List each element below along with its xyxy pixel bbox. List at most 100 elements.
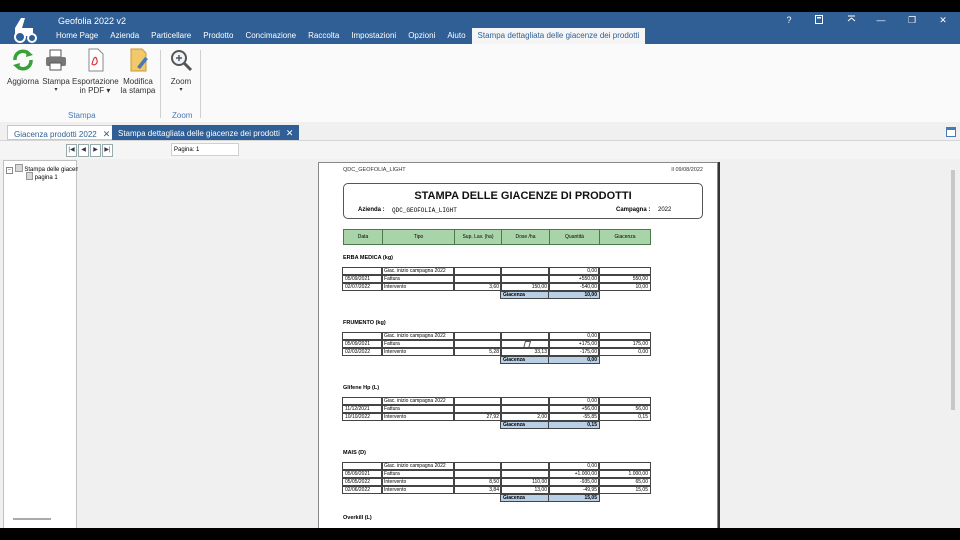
menu-item[interactable]: Particellare bbox=[145, 28, 197, 44]
table-cell bbox=[342, 332, 383, 340]
viewer-toolbar: |◀ ◀ ▶ ▶| Pagina: 1 bbox=[0, 140, 960, 159]
print-button[interactable]: Stampa ▾ bbox=[41, 48, 71, 95]
table-cell: 3,84 bbox=[453, 486, 502, 494]
table-cell: 05/05/2022 bbox=[342, 478, 383, 486]
total-label: Giacenza bbox=[500, 421, 550, 429]
first-page-button[interactable]: |◀ bbox=[66, 144, 77, 157]
total-label: Giacenza bbox=[500, 494, 550, 502]
export-pdf-label-1: Esportazione bbox=[72, 77, 119, 86]
panel-layout-icon[interactable] bbox=[946, 127, 956, 137]
table-cell: Fattura bbox=[381, 405, 455, 413]
table-cell: 10,00 bbox=[598, 283, 651, 291]
table-cell: 2,00 bbox=[500, 413, 550, 421]
zoom-button[interactable]: Zoom ▾ bbox=[166, 48, 196, 95]
azienda-value: QDC_GEOFOLIA_LIGHT bbox=[392, 207, 457, 214]
app-window: Geofolia 2022 v2 Home Page Azienda Partice… bbox=[0, 12, 960, 528]
scroll-thumb[interactable] bbox=[951, 170, 955, 410]
table-cell: 5,28 bbox=[453, 348, 502, 356]
menu-item[interactable]: Prodotto bbox=[197, 28, 239, 44]
table-cell: 33,13 bbox=[500, 348, 550, 356]
table-cell: 65,00 bbox=[598, 478, 651, 486]
menu-item[interactable]: Opzioni bbox=[402, 28, 441, 44]
vertical-scrollbar[interactable] bbox=[948, 160, 958, 528]
tree-item-page[interactable]: pagina 1 bbox=[26, 172, 58, 181]
table-row: 02/07/2022 Intervento 3,60 150,00 -540,00 10,… bbox=[342, 283, 651, 291]
ribbon-separator bbox=[160, 50, 161, 118]
table-cell: 02/03/2022 bbox=[342, 348, 383, 356]
table-cell: Fattura bbox=[381, 275, 455, 283]
tab-label: Giacenza prodotti 2022 bbox=[14, 130, 97, 139]
menu-item[interactable]: Aiuto bbox=[441, 28, 471, 44]
table-row: 11/12/2021 Fattura +56,00 56,00 bbox=[342, 405, 651, 413]
tab-stampa-dettagliata[interactable]: Stampa dettagliata delle giacenze dei pr… bbox=[112, 125, 300, 140]
minimize-icon[interactable]: — bbox=[874, 15, 888, 25]
menu-item[interactable]: Home Page bbox=[50, 28, 104, 44]
table-cell bbox=[342, 462, 383, 470]
main-menu: Home Page Azienda Particellare Prodotto Conc… bbox=[50, 28, 646, 44]
tab-giacenza-prodotti[interactable]: Giacenza prodotti 2022 ✕ bbox=[7, 125, 118, 140]
table-cell bbox=[453, 340, 502, 348]
total-label: Giacenza bbox=[500, 356, 550, 364]
restore-icon[interactable]: ❐ bbox=[905, 15, 919, 26]
table-cell: 15,05 bbox=[598, 486, 651, 494]
section-title: FRUMENTO (kg) bbox=[343, 320, 386, 326]
table-row: 05/09/2021 Fattura +175,00 175,00 bbox=[342, 340, 651, 348]
title-bar: Geofolia 2022 v2 Home Page Azienda Partice… bbox=[0, 12, 960, 44]
section-title: MAIS (D) bbox=[343, 450, 366, 456]
table-cell: 11/12/2021 bbox=[342, 405, 383, 413]
table-cell: Intervento bbox=[381, 486, 455, 494]
table-cell: 02/07/2022 bbox=[342, 283, 383, 291]
table-cell bbox=[500, 405, 550, 413]
table-row: Giac. inizio campagna 2022 0,00 bbox=[342, 267, 651, 275]
menu-item[interactable]: Raccolta bbox=[302, 28, 345, 44]
collapse-ribbon-icon[interactable] bbox=[844, 15, 858, 25]
close-tab-icon[interactable]: ✕ bbox=[103, 129, 111, 139]
help-icon[interactable]: ? bbox=[782, 15, 796, 25]
document-tabs: Giacenza prodotti 2022 ✕ Stampa dettaglia… bbox=[0, 122, 960, 140]
campagna-value: 2022 bbox=[658, 207, 672, 213]
refresh-button[interactable]: Aggiorna bbox=[6, 48, 40, 86]
calculator-icon[interactable] bbox=[812, 15, 826, 26]
report-title: STAMPA DELLE GIACENZE DI PRODOTTI bbox=[414, 190, 632, 202]
table-cell: 1.000,00 bbox=[598, 470, 651, 478]
edit-print-label-1: Modifica bbox=[123, 77, 153, 86]
print-preview-area: QDC_GEOFOLIA_LIGHT Il 09/08/2022 STAMPA … bbox=[78, 160, 954, 528]
page-icon bbox=[26, 172, 33, 180]
table-cell bbox=[453, 267, 502, 275]
col-header-sup: Sup. Lav. (ha) bbox=[454, 229, 502, 245]
tractor-logo-icon[interactable] bbox=[11, 16, 39, 44]
table-cell: Giac. inizio campagna 2022 bbox=[381, 332, 455, 340]
menu-item[interactable]: Impostazioni bbox=[345, 28, 402, 44]
table-cell: 05/09/2021 bbox=[342, 470, 383, 478]
prev-page-button[interactable]: ◀ bbox=[78, 144, 89, 157]
group-zoom-label: Zoom bbox=[172, 111, 193, 120]
table-cell bbox=[453, 462, 502, 470]
table-cell bbox=[453, 275, 502, 283]
last-page-button[interactable]: ▶| bbox=[102, 144, 113, 157]
table-row: 10/10/2022 Intervento 27,92 2,00 -55,85 0,15 bbox=[342, 413, 651, 421]
export-pdf-button[interactable]: Esportazione in PDF ▾ bbox=[72, 48, 119, 95]
table-row: 05/09/2021 Fattura +1.000,00 1.000,00 bbox=[342, 470, 651, 478]
edit-print-button[interactable]: Modifica la stampa bbox=[119, 48, 157, 95]
tree-item-label: pagina 1 bbox=[34, 175, 58, 181]
tree-scrollbar[interactable] bbox=[13, 518, 51, 520]
report-db-name: QDC_GEOFOLIA_LIGHT bbox=[343, 167, 406, 173]
table-cell: 0,15 bbox=[598, 413, 651, 421]
table-cell: -49,95 bbox=[548, 486, 600, 494]
refresh-icon bbox=[13, 49, 33, 71]
refresh-label: Aggiorna bbox=[6, 77, 40, 86]
total-row: Giacenza 0,15 bbox=[343, 421, 651, 429]
table-cell: 13,00 bbox=[500, 486, 550, 494]
next-page-button[interactable]: ▶ bbox=[90, 144, 101, 157]
table-cell: -55,85 bbox=[548, 413, 600, 421]
table-cell: -540,00 bbox=[548, 283, 600, 291]
menu-item[interactable]: Stampa dettagliata delle giacenze dei pr… bbox=[471, 28, 646, 44]
section-title: ERBA MEDICA (kg) bbox=[343, 255, 394, 261]
close-tab-icon[interactable]: ✕ bbox=[286, 128, 294, 138]
close-icon[interactable]: ✕ bbox=[936, 15, 950, 26]
menu-item[interactable]: Azienda bbox=[104, 28, 145, 44]
total-value: 0,15 bbox=[548, 421, 600, 429]
table-cell bbox=[598, 397, 651, 405]
menu-item[interactable]: Concimazione bbox=[239, 28, 302, 44]
printer-icon bbox=[46, 49, 66, 71]
